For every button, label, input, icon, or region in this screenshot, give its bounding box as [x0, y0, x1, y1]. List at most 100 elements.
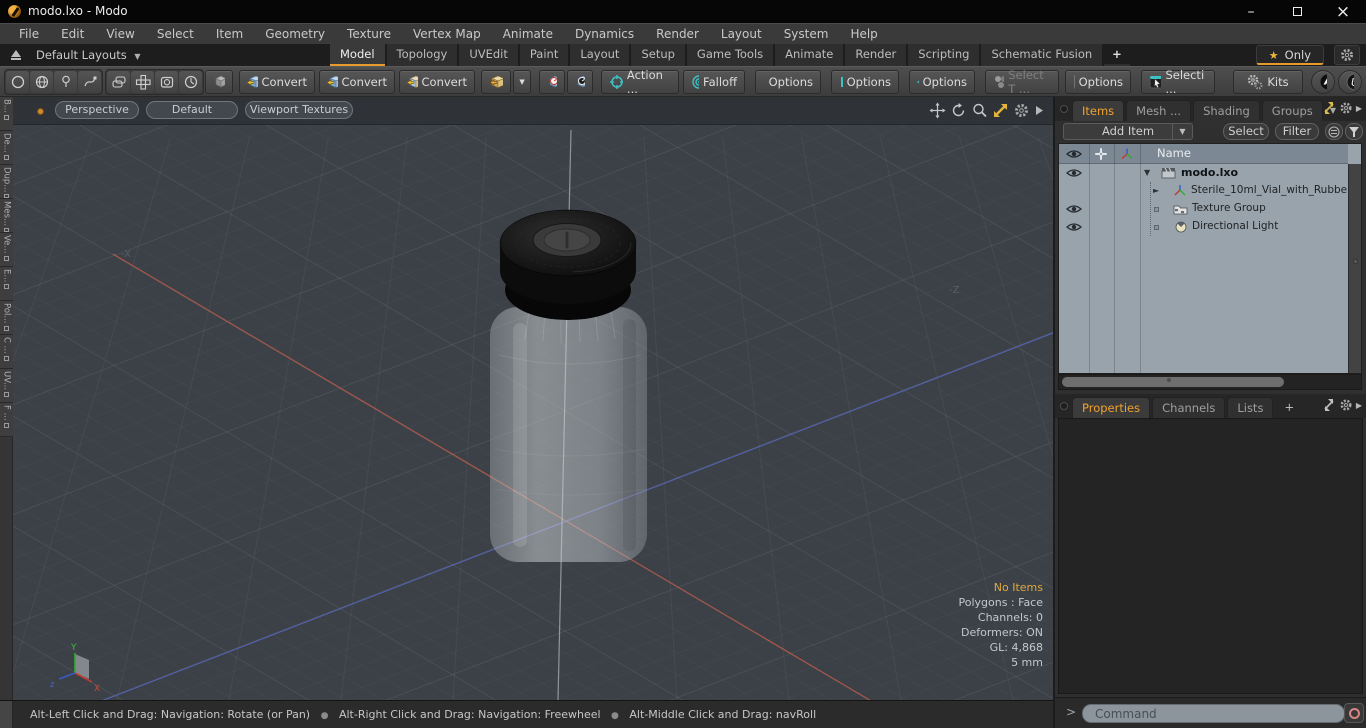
tab-schematic-fusion[interactable]: Schematic Fusion	[981, 44, 1103, 66]
kits-button[interactable]: Kits	[1233, 70, 1303, 94]
rotate-icon[interactable]	[950, 102, 967, 119]
shading-default-selector[interactable]: Default	[146, 101, 238, 119]
substance-badge-button[interactable]	[1311, 70, 1335, 94]
item-tree-list[interactable]: Name ▼ modo.lxo ► Sterile_10ml_Vial_with…	[1058, 143, 1362, 374]
eye-icon[interactable]	[1066, 221, 1082, 233]
tree-item-label[interactable]: modo.lxo	[1181, 166, 1238, 179]
tree-item-label[interactable]: Texture Group	[1192, 202, 1266, 214]
tab-channels[interactable]: Channels	[1152, 397, 1226, 418]
convert-button-3[interactable]: Convert	[399, 70, 475, 94]
convert-dropdown-arrow[interactable]: ▼	[513, 70, 531, 94]
menu-help[interactable]: Help	[839, 24, 888, 44]
tab-topology[interactable]: Topology	[386, 44, 458, 66]
tab-shading[interactable]: Shading	[1193, 100, 1260, 121]
pop-out-icon[interactable]	[1322, 101, 1336, 115]
left-tab-c[interactable]: C ...	[0, 335, 13, 369]
tab-render[interactable]: Render	[845, 44, 907, 66]
command-input[interactable]	[1082, 704, 1345, 723]
menu-animate[interactable]: Animate	[492, 24, 564, 44]
pan-icon[interactable]	[929, 102, 946, 119]
panel-gear-icon[interactable]	[1339, 398, 1353, 412]
tree-row-texture-group[interactable]: Texture Group	[1059, 200, 1348, 218]
menu-item[interactable]: Item	[205, 24, 254, 44]
tab-groups[interactable]: Groups	[1261, 100, 1323, 121]
mesh-ghost-button[interactable]	[205, 70, 233, 94]
falloff-button[interactable]: Falloff	[683, 70, 745, 94]
left-tab-deform[interactable]: De...	[0, 131, 13, 165]
viewport-more-arrow-icon[interactable]	[1034, 102, 1045, 119]
add-layout-tab-button[interactable]: +	[1104, 44, 1130, 66]
close-button[interactable]: ×	[1320, 0, 1366, 23]
tree-row-scene[interactable]: ▼ modo.lxo	[1059, 164, 1348, 182]
radial-tool-button[interactable]	[179, 71, 202, 93]
menu-select[interactable]: Select	[146, 24, 205, 44]
left-tab-basic[interactable]: B...	[0, 97, 13, 131]
tab-scripting[interactable]: Scripting	[908, 44, 980, 66]
filter-button[interactable]: Filter	[1275, 123, 1319, 140]
left-tab-mesh[interactable]: Mes...	[0, 199, 13, 233]
left-tab-polygon[interactable]: Pol...	[0, 301, 13, 335]
pin-tool-button[interactable]	[54, 71, 77, 93]
add-panel-tab-button[interactable]: +	[1275, 397, 1303, 418]
item-list-vertical-scrollbar[interactable]	[1348, 164, 1361, 373]
left-tab-duplicate[interactable]: Dup...	[0, 165, 13, 199]
maximize-viewport-icon[interactable]	[992, 102, 1009, 119]
tab-layout[interactable]: Layout	[570, 44, 630, 66]
unreal-badge-button[interactable]: U	[1338, 70, 1362, 94]
select-button[interactable]: Select	[1223, 123, 1269, 140]
item-list-horizontal-scrollbar[interactable]	[1058, 374, 1362, 390]
funnel-filter-button[interactable]	[1345, 123, 1363, 140]
perspective-selector[interactable]: Perspective	[55, 101, 139, 119]
vial-model[interactable]	[490, 209, 647, 562]
tree-item-label[interactable]: Directional Light	[1192, 220, 1278, 232]
selection-button[interactable]: Selecti ...	[1141, 68, 1215, 96]
macro-record-button[interactable]	[1344, 703, 1364, 723]
menu-layout[interactable]: Layout	[710, 24, 773, 44]
menu-view[interactable]: View	[95, 24, 145, 44]
tree-item-label[interactable]: Sterile_10ml_Vial_with_Rubbe ...	[1191, 184, 1360, 196]
tree-row-mesh[interactable]: ► Sterile_10ml_Vial_with_Rubbe ...	[1059, 182, 1360, 200]
menu-edit[interactable]: Edit	[50, 24, 95, 44]
layout-switcher[interactable]: Default Layouts ▼	[36, 44, 141, 66]
menu-geometry[interactable]: Geometry	[254, 24, 336, 44]
maximize-button[interactable]	[1274, 0, 1320, 23]
tab-paint[interactable]: Paint	[519, 44, 569, 66]
convert-dropdown-cube-button[interactable]	[481, 70, 511, 94]
tab-lists[interactable]: Lists	[1227, 397, 1274, 418]
zoom-icon[interactable]	[971, 102, 988, 119]
sphere-tool-button[interactable]	[30, 71, 53, 93]
convert-button-1[interactable]: Convert	[239, 70, 315, 94]
convert-button-2[interactable]: Convert	[319, 70, 395, 94]
add-item-dropdown-arrow[interactable]: ▼	[1172, 124, 1192, 139]
left-tab-vertex[interactable]: Ve...	[0, 233, 13, 267]
menu-file[interactable]: File	[8, 24, 50, 44]
expander-open-icon[interactable]: ▼	[1144, 168, 1150, 177]
add-item-dropdown[interactable]: Add Item ▼	[1063, 123, 1193, 140]
minimize-button[interactable]: –	[1228, 0, 1274, 23]
options-button-2[interactable]: Options	[831, 70, 899, 94]
clone-tool-button[interactable]	[107, 71, 130, 93]
left-tab-f[interactable]: F ...	[0, 403, 13, 437]
panel-more-arrow-icon[interactable]: ▶	[1356, 401, 1362, 410]
tab-items[interactable]: Items	[1072, 100, 1125, 121]
panel-collapse-icon[interactable]	[1060, 105, 1068, 113]
left-tab-uv[interactable]: UV...	[0, 369, 13, 403]
only-button[interactable]: ★ Only	[1255, 45, 1324, 65]
list-options-button[interactable]	[1325, 123, 1343, 140]
layout-up-icon[interactable]	[10, 49, 22, 61]
expander-closed-icon[interactable]: ►	[1153, 186, 1159, 195]
menu-texture[interactable]: Texture	[336, 24, 402, 44]
unwrap-tool-button[interactable]	[131, 71, 154, 93]
viewport-textures-selector[interactable]: Viewport Textures	[245, 101, 353, 119]
menu-system[interactable]: System	[773, 24, 840, 44]
eye-icon[interactable]	[1066, 167, 1082, 179]
scrollbar-thumb[interactable]	[1062, 377, 1284, 387]
uv-projection-tool-button[interactable]	[155, 71, 178, 93]
viewport-state-dot[interactable]	[37, 108, 44, 115]
action-center-button[interactable]: Action ...	[601, 68, 679, 96]
eye-icon[interactable]	[1066, 203, 1082, 215]
ellipse-tool-button[interactable]	[6, 71, 29, 93]
menu-render[interactable]: Render	[645, 24, 710, 44]
menu-vertex-map[interactable]: Vertex Map	[402, 24, 492, 44]
cube-clock-red-button[interactable]	[539, 70, 565, 94]
